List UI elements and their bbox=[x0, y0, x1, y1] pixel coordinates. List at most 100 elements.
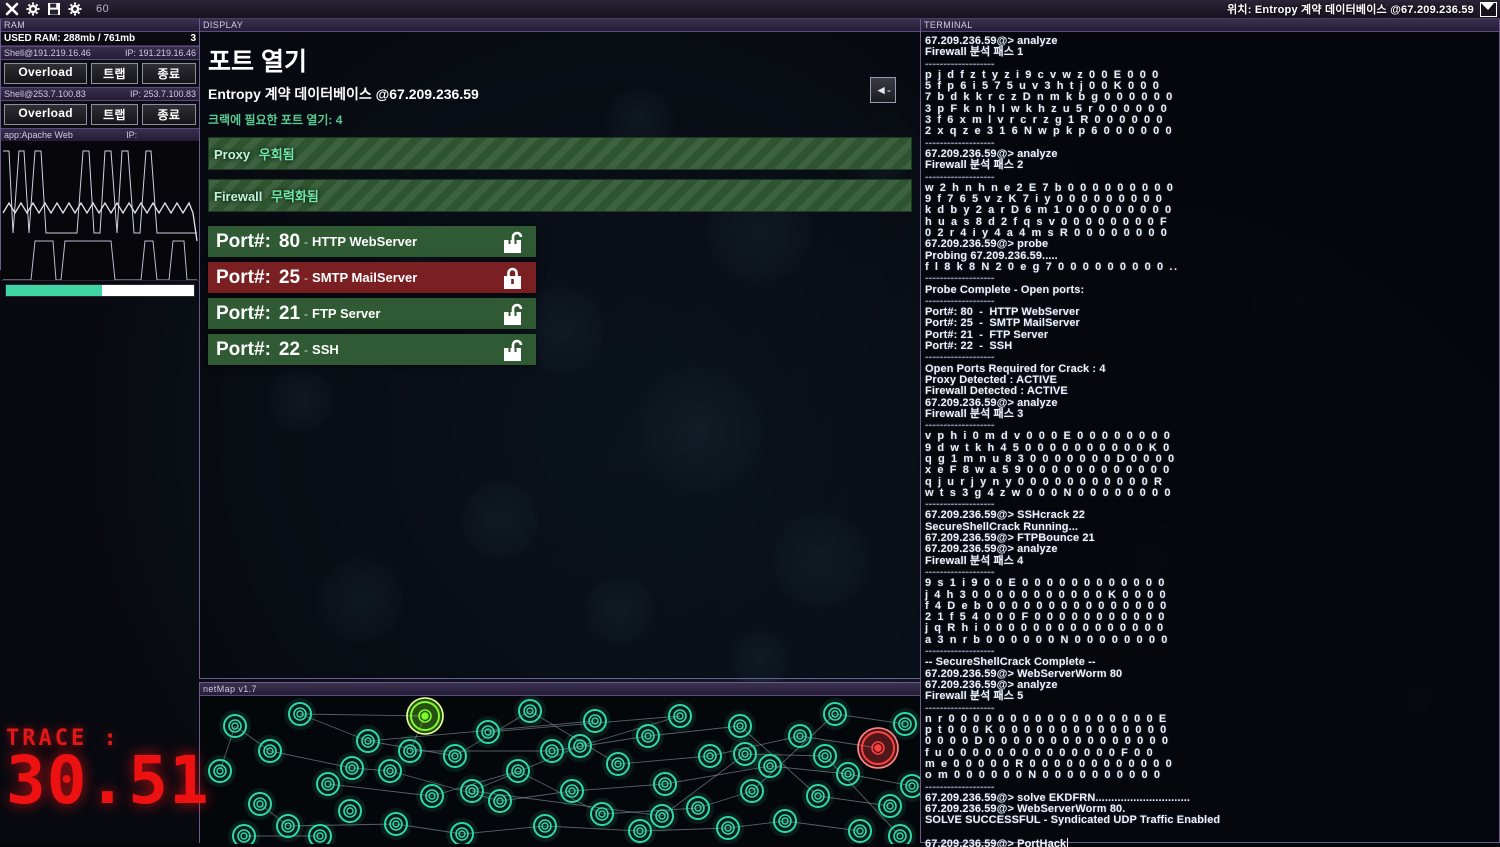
netmap-node[interactable] bbox=[712, 812, 744, 844]
netmap-node[interactable] bbox=[472, 716, 504, 748]
gear-icon[interactable] bbox=[26, 2, 40, 16]
netmap-node[interactable] bbox=[602, 748, 634, 780]
port-row-22[interactable]: Port#: 22 - SSH bbox=[208, 334, 536, 365]
terminal-line: 67.209.236.59@> analyze bbox=[925, 543, 1058, 556]
terminal-line: x e F 8 w a 5 9 0 0 0 0 0 0 0 0 0 0 0 0 bbox=[925, 464, 1171, 477]
netmap-node[interactable] bbox=[334, 795, 366, 827]
terminal-panel-title: TERMINAL bbox=[921, 19, 1499, 32]
terminal-line: a 3 n r b 0 0 0 0 0 0 N 0 0 0 0 0 0 0 0 bbox=[925, 633, 1170, 646]
netmap-node[interactable] bbox=[529, 810, 561, 842]
trap-button-1[interactable]: 트랩 bbox=[91, 104, 138, 125]
settings-icon[interactable] bbox=[68, 2, 82, 16]
ram-usage-label: USED RAM: 288mb / 761mb bbox=[4, 33, 136, 44]
netmap-panel-title: netMap v1.7 bbox=[200, 683, 920, 696]
proxy-status: 우회됨 bbox=[258, 147, 295, 162]
trap-button-0[interactable]: 트랩 bbox=[91, 63, 138, 84]
proxy-label: Proxy bbox=[214, 147, 251, 162]
terminal-line: 2 x q z e 3 1 6 N w p k p 6 0 0 0 0 0 0 bbox=[925, 125, 1174, 138]
back-button[interactable]: ◄- bbox=[870, 77, 896, 103]
netmap-node[interactable] bbox=[682, 792, 714, 824]
netmap-node[interactable] bbox=[769, 805, 801, 837]
envelope-icon[interactable] bbox=[1480, 1, 1497, 17]
netmap-active-node[interactable] bbox=[406, 697, 444, 735]
netmap-node[interactable] bbox=[844, 815, 876, 844]
firewall-label: Firewall bbox=[214, 189, 263, 204]
netmap-node[interactable] bbox=[564, 730, 596, 762]
terminal-output[interactable]: 67.209.236.59@> analyze Firewall 분석 패스 1 -… bbox=[921, 32, 1499, 847]
netmap-node[interactable] bbox=[729, 738, 761, 770]
terminal-line: 0 0 0 0 D 0 0 0 0 0 0 0 0 0 0 0 0 0 0 0 bbox=[925, 735, 1170, 748]
netmap-node[interactable] bbox=[416, 780, 448, 812]
netmap-node[interactable] bbox=[254, 735, 286, 767]
app-process-name: app:Apache Web Server\Worm bbox=[4, 130, 73, 152]
netmap-node[interactable] bbox=[380, 808, 412, 840]
terminate-button-1[interactable]: 종료 bbox=[141, 104, 196, 125]
port-22-dash: - bbox=[304, 342, 309, 357]
netmap-node[interactable] bbox=[889, 708, 920, 740]
terminal-line: ------------------- bbox=[925, 351, 995, 364]
display-panel: DISPLAY 포트 열기 Entropy 계약 데이터베이스 @67.209.… bbox=[199, 18, 921, 679]
netmap-node[interactable] bbox=[244, 788, 276, 820]
terminal-line: Probe Complete - Open ports: bbox=[925, 283, 1085, 296]
netmap-node[interactable] bbox=[556, 775, 588, 807]
terminal-line: Firewall 분석 패스 3 bbox=[925, 407, 1024, 420]
page-title: 포트 열기 bbox=[208, 48, 307, 76]
overload-button-1[interactable]: Overload bbox=[4, 104, 88, 125]
netmap-node[interactable] bbox=[724, 710, 756, 742]
locked-icon bbox=[502, 266, 528, 295]
port-row-25[interactable]: Port#: 25 - SMTP MailServer bbox=[208, 262, 536, 293]
netmap-node[interactable] bbox=[586, 798, 618, 830]
netmap-node[interactable] bbox=[352, 725, 384, 757]
netmap-node[interactable] bbox=[446, 818, 478, 844]
netmap-node[interactable] bbox=[394, 735, 426, 767]
netmap-node[interactable] bbox=[809, 740, 841, 772]
app-process-row[interactable]: app:Apache Web Server\Worm IP: 67.209.23… bbox=[1, 128, 199, 152]
process-1-name: Shell@253.7.100.83 bbox=[4, 89, 86, 99]
netmap-node[interactable] bbox=[284, 698, 316, 730]
terminal-line: Firewall 분석 패스 1 bbox=[925, 46, 1024, 59]
target-subtitle: Entropy 계약 데이터베이스 @67.209.236.59 bbox=[208, 86, 479, 102]
netmap-node[interactable] bbox=[802, 780, 834, 812]
overload-button-0[interactable]: Overload bbox=[4, 63, 88, 84]
terminal-panel: TERMINAL 67.209.236.59@> analyze Firewall… bbox=[920, 18, 1500, 847]
netmap-node[interactable] bbox=[484, 785, 516, 817]
netmap-node[interactable] bbox=[819, 698, 851, 730]
netmap-node[interactable] bbox=[514, 696, 546, 727]
netmap-node[interactable] bbox=[632, 720, 664, 752]
terminal-line: Firewall Detected : ACTIVE bbox=[925, 385, 1068, 398]
proxy-status-bar: Proxy 우회됨 bbox=[208, 137, 912, 170]
netmap-node[interactable] bbox=[304, 820, 336, 844]
netmap-node[interactable] bbox=[536, 735, 568, 767]
netmap-node[interactable] bbox=[439, 740, 471, 772]
netmap-node[interactable] bbox=[336, 752, 368, 784]
ram-panel-title: RAM bbox=[1, 19, 199, 32]
port-row-21[interactable]: Port#: 21 - FTP Server bbox=[208, 298, 536, 329]
netmap-body[interactable] bbox=[200, 696, 920, 844]
netmap-node[interactable] bbox=[502, 755, 534, 787]
netmap-node[interactable] bbox=[784, 720, 816, 752]
ram-activity-graph bbox=[1, 141, 199, 281]
terminate-button-0[interactable]: 종료 bbox=[141, 63, 196, 84]
trace-timer: TRACE : 30.51 bbox=[6, 726, 246, 814]
netmap-node[interactable] bbox=[228, 820, 260, 844]
netmap-node[interactable] bbox=[649, 768, 681, 800]
terminal-line: Firewall 분석 패스 2 bbox=[925, 159, 1024, 172]
close-icon[interactable] bbox=[5, 2, 19, 16]
netmap-node[interactable] bbox=[694, 740, 726, 772]
netmap-node[interactable] bbox=[456, 775, 488, 807]
netmap-panel: netMap v1.7 bbox=[199, 682, 921, 844]
netmap-node[interactable] bbox=[664, 700, 696, 732]
netmap-node[interactable] bbox=[272, 810, 304, 842]
port-21-dash: - bbox=[304, 306, 309, 321]
firewall-status-bar: Firewall 무력화됨 bbox=[208, 179, 912, 212]
port-21-number: 21 bbox=[278, 302, 301, 324]
save-icon[interactable] bbox=[47, 2, 61, 16]
terminal-line: Firewall 분석 패스 4 bbox=[925, 554, 1024, 567]
netmap-node[interactable] bbox=[646, 800, 678, 832]
ports-required-label: 크랙에 필요한 포트 열기: 4 bbox=[208, 113, 343, 127]
port-row-80[interactable]: Port#: 80 - HTTP WebServer bbox=[208, 226, 536, 257]
ram-progress-bar bbox=[5, 284, 195, 297]
port-list: Port#: 80 - HTTP WebServer Port#: 25 - S… bbox=[208, 226, 536, 365]
port-21-label: Port#: bbox=[216, 302, 271, 324]
